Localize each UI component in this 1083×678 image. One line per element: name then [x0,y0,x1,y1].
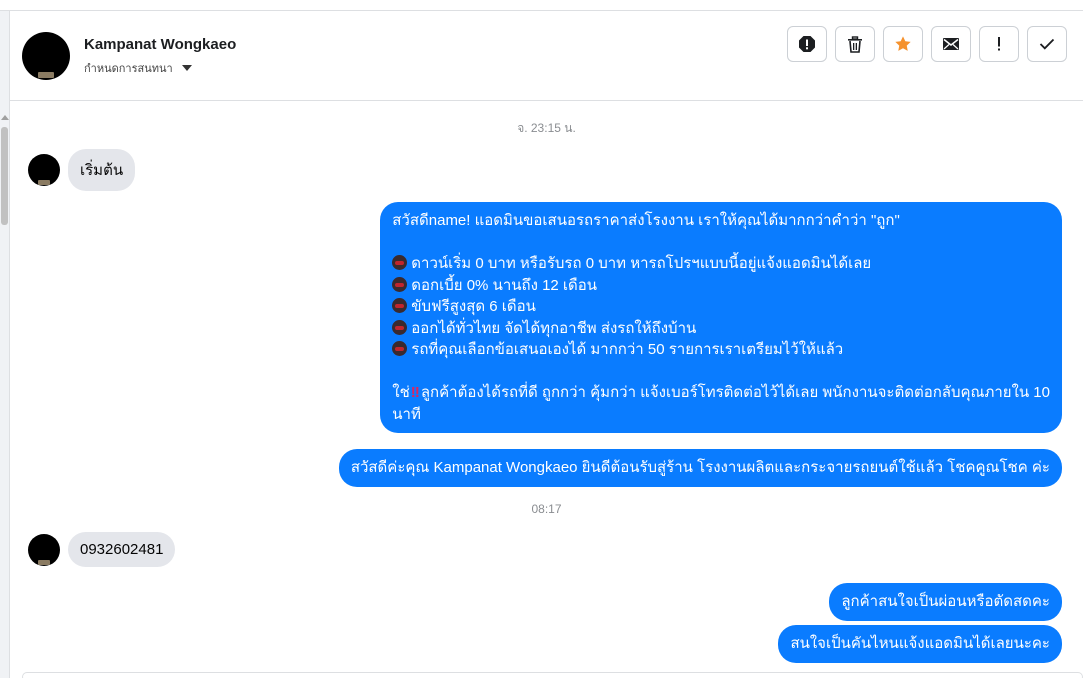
left-scrollbar[interactable] [0,11,10,678]
mark-done-button[interactable] [1027,26,1067,62]
car-emoji-icon [392,298,408,313]
window-top-edge [0,0,1083,11]
conversation-actions-toolbar [787,26,1067,62]
follow-up-button[interactable] [979,26,1019,62]
star-button[interactable] [883,26,923,62]
outgoing-message-bubble[interactable]: สวัสดีค่ะคุณ Kampanat Wongkaeo ยินดีต้อน… [338,449,1062,487]
check-icon [1039,38,1055,50]
car-emoji-icon [392,255,408,270]
car-emoji-icon [392,276,408,292]
message-bullet: รถที่คุณเลือกข้อเสนอเองได้ มากกว่า 50 รา… [392,339,1050,361]
delete-button[interactable] [835,26,875,62]
message-bullet: ดาวน์เริ่ม 0 บาท หรือรับรถ 0 บาท หารถโปร… [392,253,1050,275]
message-bullet: ออกได้ทั่วไทย จัดได้ทุกอาชีพ ส่งรถให้ถึง… [392,318,1050,340]
message-text: สวัสดีค่ะคุณ Kampanat Wongkaeo ยินดีต้อน… [350,459,1050,476]
timestamp-divider: จ. 23:15 น. [517,121,576,135]
message-text: นาที [392,405,421,423]
message-composer[interactable] [22,672,1083,678]
contact-name[interactable]: Kampanat Wongkaeo [84,36,236,53]
exclamation-icon [998,37,1000,51]
car-emoji-icon [392,319,408,335]
message-thread[interactable]: จ. 23:15 น. เริ่มต้น สวัสดีname! แอดมินข… [10,102,1083,678]
contact-avatar[interactable] [22,32,70,80]
timestamp-divider: 08:17 [531,502,562,516]
outgoing-message-bubble[interactable]: ลูกค้าสนใจเป็นผ่อนหรือตัดสดคะ [829,583,1062,621]
double-exclamation-emoji-icon: ‼ [410,384,420,401]
incoming-message-bubble[interactable]: เริ่มต้น [68,149,136,191]
incoming-message-row: 0932602481 [28,532,176,567]
mark-unread-button[interactable] [931,26,971,62]
message-text: ลูกค้าสนใจเป็นผ่อนหรือตัดสดคะ [841,593,1050,610]
trash-icon [848,35,862,53]
mail-icon [943,38,959,50]
message-text: ใช่‼ลูกค้าต้องได้รถที่ดี ถูกกว่า คุ้มกว่… [392,382,1050,404]
caret-down-icon [181,65,192,71]
message-text: สนใจเป็นคันไหนแจ้งแอดมินได้เลยนะคะ [790,635,1050,652]
outgoing-message-bubble[interactable]: สวัสดีname! แอดมินขอเสนอรถราคาส่งโรงงาน … [380,202,1062,433]
incoming-message-bubble[interactable]: 0932602481 [68,532,176,567]
report-icon [799,36,815,52]
car-emoji-icon [392,341,408,356]
star-icon [895,36,911,51]
assign-conversation-label: กำหนดการสนทนา [84,63,173,75]
incoming-message-row: เริ่มต้น [28,149,136,191]
message-bullet: ดอกเบี้ย 0% นานถึง 12 เดือน [392,275,1050,297]
report-button[interactable] [787,26,827,62]
outgoing-message-bubble[interactable]: สนใจเป็นคันไหนแจ้งแอดมินได้เลยนะคะ [778,625,1062,663]
message-text: สวัสดีname! แอดมินขอเสนอรถราคาส่งโรงงาน … [392,212,900,229]
message-bullet: ขับฟรีสูงสุด 6 เดือน [392,296,1050,318]
sender-avatar[interactable] [28,533,60,566]
scrollbar-thumb[interactable] [1,127,8,225]
scroll-up-arrow-icon[interactable] [1,115,9,120]
sender-avatar[interactable] [28,154,60,186]
assign-conversation-dropdown[interactable]: กำหนดการสนทนา [84,59,192,77]
